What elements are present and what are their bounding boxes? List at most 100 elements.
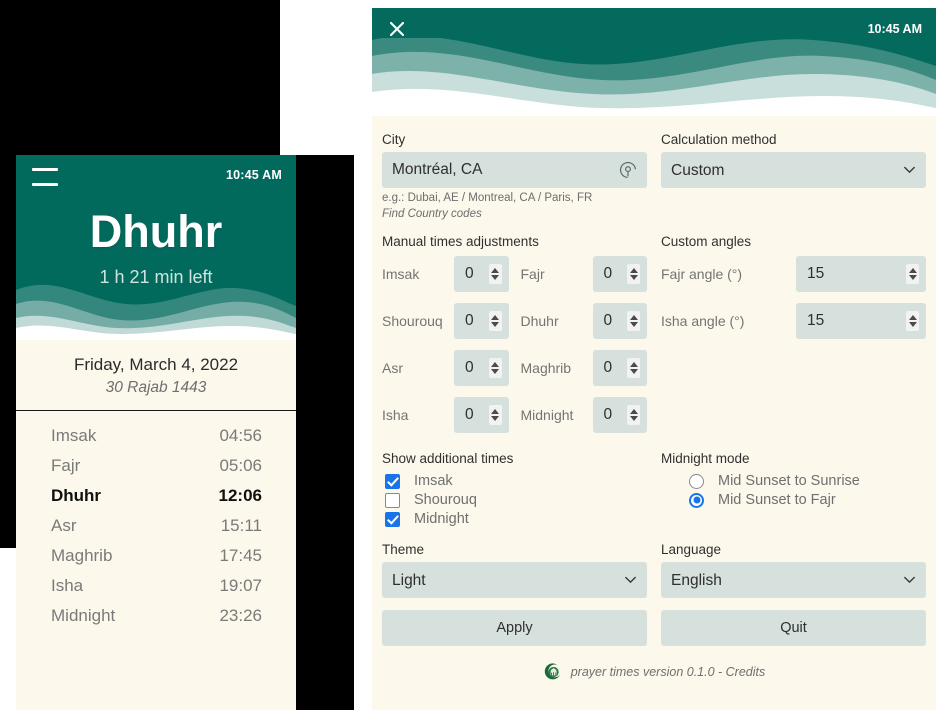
prayer-row: Dhuhr 12:06 [16, 481, 296, 511]
additional-time-option[interactable]: Midnight [382, 511, 647, 527]
country-codes-link[interactable]: Find Country codes [382, 207, 647, 223]
radio-icon[interactable] [689, 473, 704, 489]
spinner-arrows-icon[interactable] [627, 405, 640, 426]
spinner-arrows-icon[interactable] [906, 311, 919, 332]
desktop-backdrop-top [0, 0, 280, 155]
adjustment-stepper[interactable]: 0 [454, 397, 509, 434]
adjustment-stepper[interactable]: 0 [454, 303, 509, 340]
footer: prayer times version 0.1.0 - Credits [382, 662, 926, 682]
close-icon[interactable] [384, 16, 410, 42]
adjustment-label: Shourouq [382, 313, 443, 330]
clock-label: 10:45 AM [225, 168, 282, 182]
adjustment-stepper[interactable]: 0 [454, 256, 509, 293]
city-input-wrap [382, 152, 647, 188]
additional-time-option[interactable]: Imsak [382, 473, 647, 489]
checkbox-icon[interactable] [385, 492, 400, 508]
settings-header: 10:45 AM [372, 8, 936, 116]
city-group: City e.g.: Dubai, AE / Montreal, CA / Pa… [382, 132, 647, 222]
stepper-value: 0 [465, 406, 474, 424]
prayer-times-panel: 10:45 AM Dhuhr 1 h 21 min left Friday, M… [16, 155, 296, 710]
stepper-value: 15 [807, 265, 825, 283]
manual-adjustments-label: Manual times adjustments [382, 234, 539, 250]
manual-adjustments-group: Manual times adjustments Imsak 0 Fajr 0 Shou… [382, 234, 647, 444]
additional-times-group: Show additional times Imsak Shourouq Midni… [382, 451, 647, 530]
additional-time-option[interactable]: Shourouq [382, 492, 647, 508]
settings-topbar: 10:45 AM [372, 8, 936, 50]
spinner-arrows-icon[interactable] [627, 264, 640, 285]
spinner-arrows-icon[interactable] [488, 311, 502, 332]
angle-stepper[interactable]: 15 [796, 256, 926, 293]
spinner-arrows-icon[interactable] [627, 311, 640, 332]
option-label: Imsak [414, 473, 453, 490]
angle-label: Isha angle (°) [661, 313, 745, 330]
city-label: City [382, 132, 406, 147]
manual-adjustment-rows: Imsak 0 Fajr 0 Shourouq 0 Dhuhr 0 Asr 0 Maghrib 0 Is… [382, 256, 647, 434]
quit-button[interactable]: Quit [661, 610, 926, 647]
prayer-panel-header: 10:45 AM Dhuhr 1 h 21 min left [16, 155, 296, 340]
stepper-value: 15 [807, 312, 825, 330]
stepper-value: 0 [465, 359, 474, 377]
prayer-name: Fajr [51, 455, 81, 475]
spinner-arrows-icon[interactable] [627, 358, 640, 379]
prayer-row: Maghrib 17:45 [16, 541, 296, 571]
prayer-name: Imsak [51, 425, 97, 445]
prayer-row: Fajr 05:06 [16, 451, 296, 481]
apply-button[interactable]: Apply [382, 610, 647, 647]
times-midnight-row: Show additional times Imsak Shourouq Midni… [382, 451, 926, 530]
manual-adjustment-row: Asr 0 Maghrib 0 [382, 350, 647, 387]
checkbox-icon[interactable] [385, 511, 400, 527]
theme-language-row: Theme LightDark Language EnglishFrançais… [382, 542, 926, 599]
city-input[interactable] [382, 152, 647, 188]
settings-body: City e.g.: Dubai, AE / Montreal, CA / Pa… [372, 116, 936, 682]
prayer-name: Asr [51, 515, 77, 535]
adjustment-label: Dhuhr [520, 313, 559, 330]
spinner-arrows-icon[interactable] [488, 264, 502, 285]
checkbox-icon[interactable] [385, 473, 400, 489]
adjustment-stepper[interactable]: 0 [592, 350, 647, 387]
prayer-name: Isha [51, 575, 84, 595]
custom-angles-label: Custom angles [661, 234, 752, 250]
settings-window: 10:45 AM City e.g.: Dubai, AE / Montreal… [372, 8, 936, 710]
calculation-method-select-wrap: CustomMuslim World LeagueEgyptianKarachi… [661, 152, 926, 188]
spinner-arrows-icon[interactable] [488, 405, 502, 426]
midnight-mode-radios: Mid Sunset to Sunrise Mid Sunset to Fajr [661, 473, 926, 508]
date-block: Friday, March 4, 2022 30 Rajab 1443 [16, 340, 296, 411]
spinner-arrows-icon[interactable] [906, 264, 919, 285]
midnight-mode-label: Midnight mode [661, 451, 750, 467]
manual-adjustment-row: Imsak 0 Fajr 0 [382, 256, 647, 293]
adjustment-stepper[interactable]: 0 [592, 397, 647, 434]
adjustment-stepper[interactable]: 0 [592, 256, 647, 293]
stepper-value: 0 [603, 312, 613, 330]
language-select-wrap: EnglishFrançaisالعربية [661, 562, 926, 599]
prayer-time: 04:56 [219, 425, 262, 445]
midnight-mode-option[interactable]: Mid Sunset to Sunrise [686, 473, 926, 489]
adjustment-stepper[interactable]: 0 [592, 303, 647, 340]
option-label: Mid Sunset to Sunrise [718, 473, 860, 490]
prayer-time: 15:11 [220, 515, 262, 535]
language-select[interactable]: EnglishFrançaisالعربية [661, 562, 926, 599]
angle-stepper[interactable]: 15 [796, 303, 926, 340]
angle-label: Fajr angle (°) [661, 266, 743, 283]
desktop-backdrop-right [296, 155, 354, 710]
option-label: Shourouq [414, 492, 477, 509]
language-group: Language EnglishFrançaisالعربية [661, 542, 926, 599]
hamburger-icon[interactable] [32, 165, 58, 186]
desktop-backdrop-left [0, 155, 16, 548]
prayer-time: 17:45 [219, 545, 262, 565]
version-credits-text[interactable]: prayer times version 0.1.0 - Credits [571, 665, 766, 679]
adjustment-stepper[interactable]: 0 [454, 350, 509, 387]
spinner-arrows-icon[interactable] [488, 358, 502, 379]
language-label: Language [661, 542, 722, 558]
midnight-mode-option[interactable]: Mid Sunset to Fajr [686, 492, 926, 508]
prayer-panel-topbar: 10:45 AM [16, 155, 296, 195]
theme-select[interactable]: LightDark [382, 562, 647, 599]
calculation-method-label: Calculation method [661, 132, 777, 147]
prayer-row: Imsak 04:56 [16, 421, 296, 451]
calculation-method-select[interactable]: CustomMuslim World LeagueEgyptianKarachi… [661, 152, 926, 188]
theme-select-wrap: LightDark [382, 562, 647, 599]
radio-icon[interactable] [689, 492, 704, 508]
gps-icon[interactable] [618, 160, 638, 180]
midnight-mode-group: Midnight mode Mid Sunset to Sunrise Mid S… [661, 451, 926, 530]
gregorian-date: Friday, March 4, 2022 [73, 355, 239, 374]
option-label: Midnight [414, 511, 469, 528]
